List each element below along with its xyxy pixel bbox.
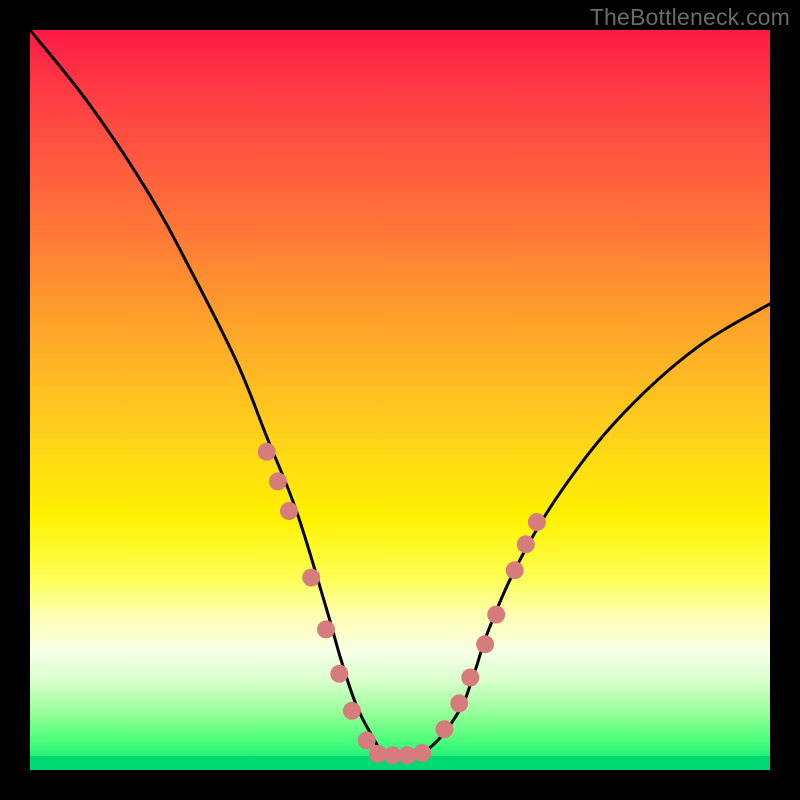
marker-dot [528, 513, 546, 531]
plot-area [30, 30, 770, 770]
marker-dot [517, 535, 535, 553]
marker-dot [487, 606, 505, 624]
marker-dot [258, 443, 276, 461]
marker-dot [435, 720, 453, 738]
marker-dot [461, 669, 479, 687]
watermark-text: TheBottleneck.com [590, 4, 790, 31]
marker-dot [506, 561, 524, 579]
marker-dot [450, 694, 468, 712]
markers-bottom-group [369, 744, 431, 764]
marker-dot [317, 620, 335, 638]
marker-dot [330, 665, 348, 683]
chart-frame: TheBottleneck.com [0, 0, 800, 800]
marker-dot [269, 472, 287, 490]
marker-dot [343, 702, 361, 720]
marker-dot [413, 744, 431, 762]
bottleneck-curve [30, 30, 770, 757]
markers-left-group [258, 443, 376, 750]
marker-dot [280, 502, 298, 520]
marker-dot [302, 569, 320, 587]
chart-svg [30, 30, 770, 770]
marker-dot [476, 635, 494, 653]
